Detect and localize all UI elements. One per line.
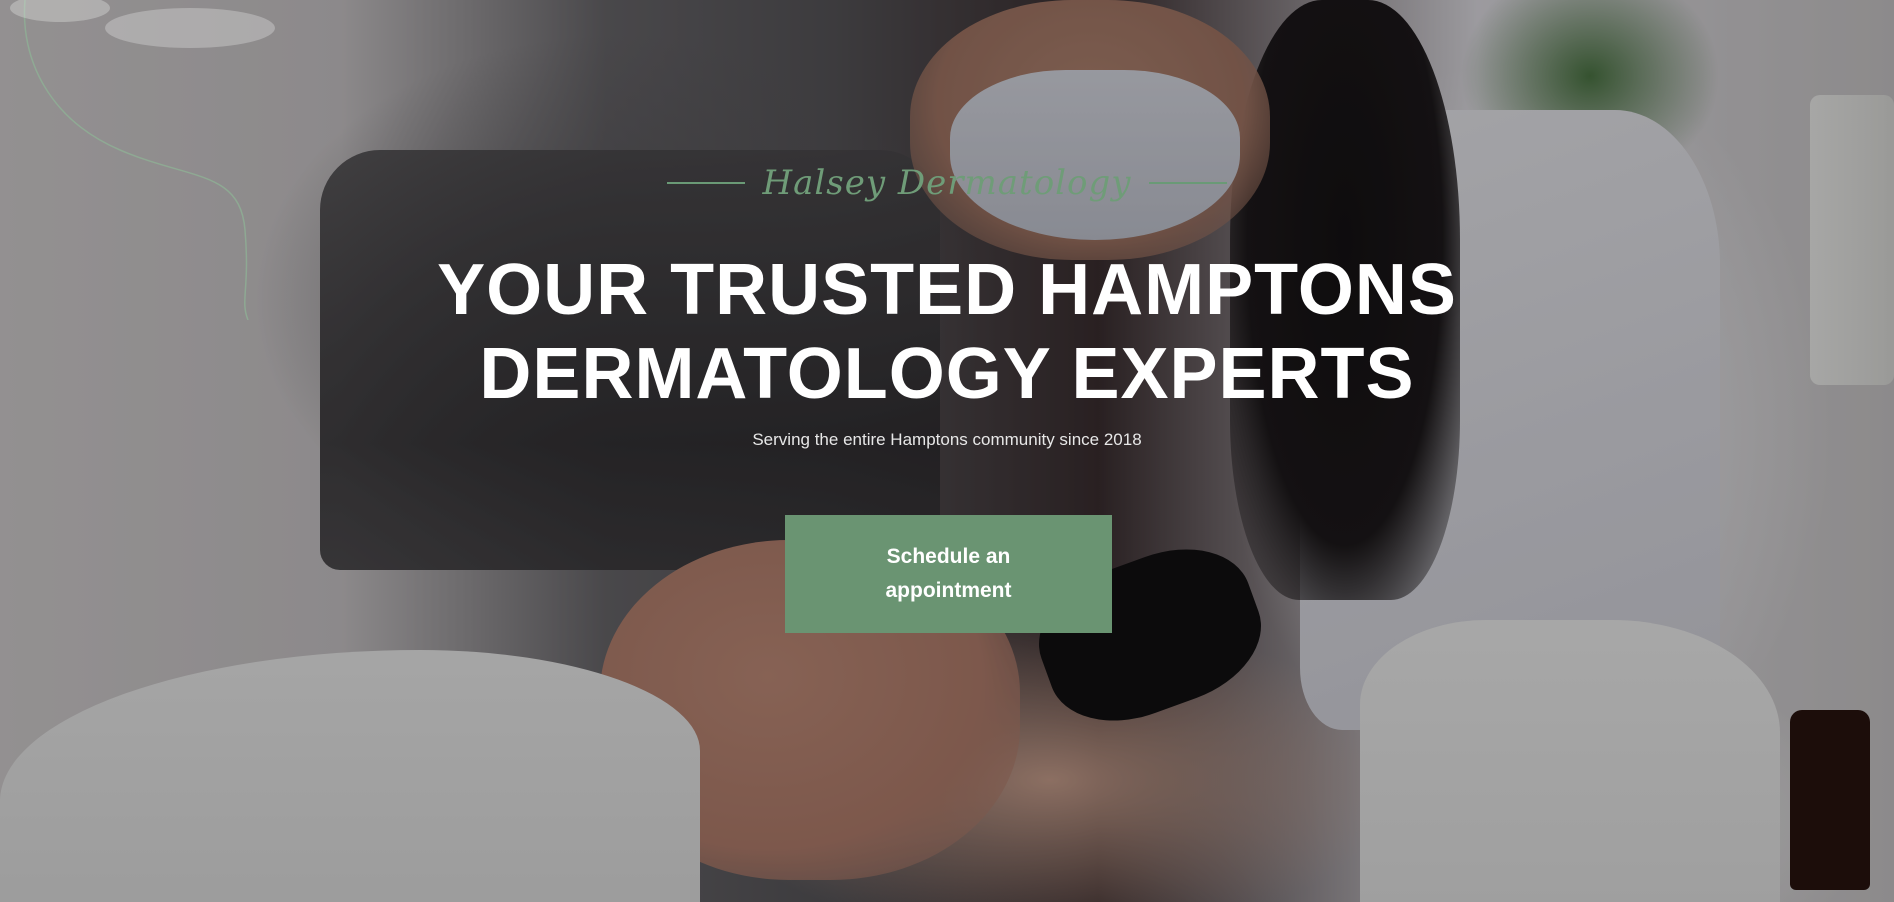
brand-divider-right (1149, 182, 1228, 184)
brand-divider-left (666, 182, 745, 184)
hero-headline-line2: DERMATOLOGY EXPERTS (479, 334, 1415, 414)
hero-content: Halsey Dermatology YOUR TRUSTED HAMPTONS… (0, 0, 1894, 902)
hero-headline-line1: YOUR TRUSTED HAMPTONS (437, 250, 1457, 330)
brand-row: Halsey Dermatology (0, 163, 1894, 203)
brand-name: Halsey Dermatology (762, 163, 1132, 203)
schedule-appointment-button[interactable]: Schedule an appointment (785, 515, 1112, 633)
hero-headline: YOUR TRUSTED HAMPTONS DERMATOLOGY EXPERT… (0, 248, 1894, 416)
hero-subtitle: Serving the entire Hamptons community si… (752, 430, 1142, 449)
hero-section: Halsey Dermatology YOUR TRUSTED HAMPTONS… (0, 0, 1894, 902)
